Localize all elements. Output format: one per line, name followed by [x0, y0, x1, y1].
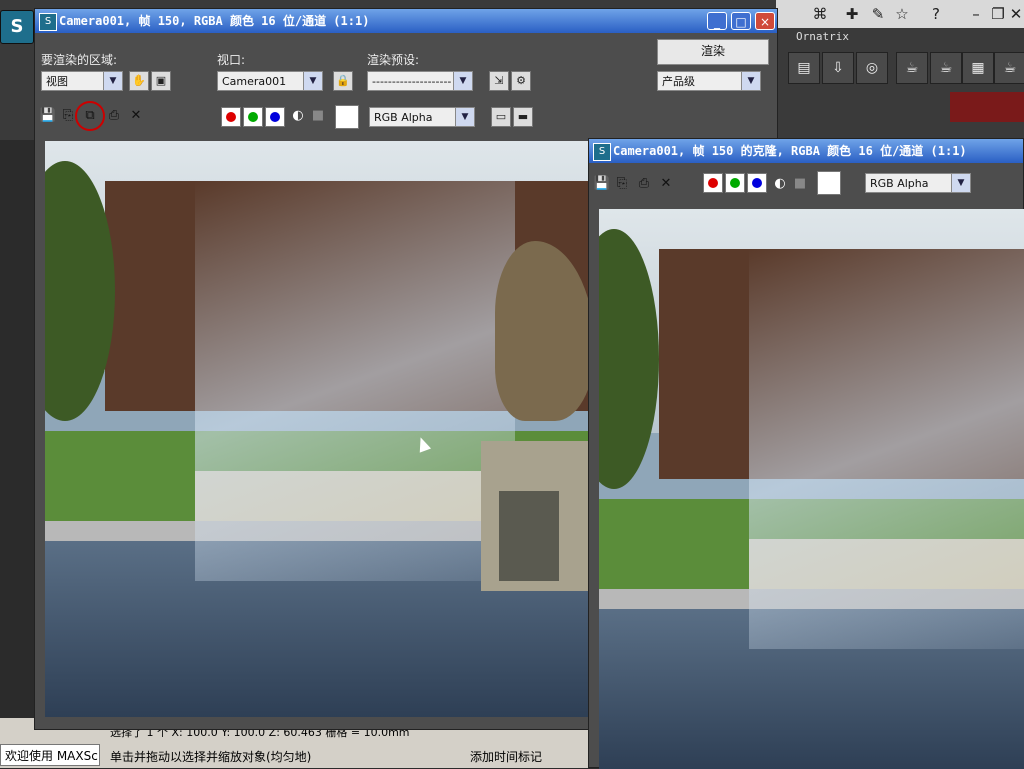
- star-icon[interactable]: ☆: [892, 4, 912, 24]
- plaque: [499, 491, 559, 581]
- display-icon[interactable]: ▭: [491, 107, 511, 127]
- app-icon: S: [39, 13, 57, 31]
- region-icon[interactable]: ▣: [151, 71, 171, 91]
- color-swatch[interactable]: [817, 171, 841, 195]
- wrench-icon[interactable]: ✎: [868, 4, 888, 24]
- clear-icon[interactable]: ✕: [657, 175, 675, 193]
- minimize-button[interactable]: _: [707, 12, 727, 30]
- channel-select[interactable]: RGB Alpha ▼: [369, 107, 475, 127]
- app-icon: S: [593, 143, 611, 161]
- maxscript-listener[interactable]: 欢迎使用 MAXSc: [0, 744, 100, 766]
- active-mode-strip: [950, 92, 1024, 122]
- window-titlebar[interactable]: Camera001, 帧 150 的克隆, RGBA 颜色 16 位/通道 (1…: [589, 139, 1023, 163]
- red-channel-toggle[interactable]: [221, 107, 241, 127]
- highlight-circle: [75, 101, 105, 131]
- print-icon[interactable]: ⎙: [105, 107, 123, 125]
- fountain-jet: [749, 249, 1024, 649]
- teapot-icon[interactable]: ☕: [896, 52, 928, 84]
- save-icon[interactable]: 💾: [593, 175, 611, 193]
- preset-save-icon[interactable]: ⇲: [489, 71, 509, 91]
- area-select[interactable]: 视图 ▼: [41, 71, 123, 91]
- render-button[interactable]: 渲染: [657, 39, 769, 65]
- window-title: Camera001, 帧 150, RGBA 颜色 16 位/通道 (1:1): [59, 14, 370, 28]
- green-channel-toggle[interactable]: [243, 107, 263, 127]
- alpha-icon[interactable]: ◐: [771, 175, 789, 193]
- chevron-down-icon: ▼: [103, 72, 122, 90]
- window-titlebar[interactable]: Camera001, 帧 150, RGBA 颜色 16 位/通道 (1:1): [35, 9, 777, 33]
- tools-icon[interactable]: ✚: [842, 4, 862, 24]
- clone-render-window: Camera001, 帧 150 的克隆, RGBA 颜色 16 位/通道 (1…: [588, 138, 1024, 769]
- teapot-active-icon[interactable]: ☕: [994, 52, 1024, 84]
- render-production-icon[interactable]: ◎: [856, 52, 888, 84]
- fountain-jet: [195, 181, 515, 581]
- teapot-render-icon[interactable]: ☕: [930, 52, 962, 84]
- render-setup-icon[interactable]: ▤: [788, 52, 820, 84]
- display-black-icon[interactable]: ▬: [513, 107, 533, 127]
- chevron-down-icon: ▼: [741, 72, 760, 90]
- help-icon[interactable]: ?: [926, 4, 946, 24]
- chevron-down-icon: ▼: [303, 72, 322, 90]
- chevron-down-icon: ▼: [453, 72, 472, 90]
- mono-icon[interactable]: ■: [309, 107, 327, 125]
- maximize-button[interactable]: □: [731, 12, 751, 30]
- settings-icon[interactable]: ⚙: [511, 71, 531, 91]
- max-logo-icon[interactable]: S: [0, 10, 34, 44]
- rendered-image[interactable]: [45, 141, 595, 717]
- mono-icon[interactable]: ■: [791, 175, 809, 193]
- blue-channel-toggle[interactable]: [747, 173, 767, 193]
- red-channel-toggle[interactable]: [703, 173, 723, 193]
- add-time-tag[interactable]: 添加时间标记: [470, 748, 542, 765]
- alpha-icon[interactable]: ◐: [289, 107, 307, 125]
- minimize-icon[interactable]: –: [966, 4, 986, 24]
- blue-channel-toggle[interactable]: [265, 107, 285, 127]
- render-shelf: ▤ ⇩ ◎ ☕ ☕ ▦ ☕: [780, 44, 1024, 90]
- chevron-down-icon: ▼: [951, 174, 970, 192]
- close-button[interactable]: ×: [755, 12, 775, 30]
- window-title: Camera001, 帧 150 的克隆, RGBA 颜色 16 位/通道 (1…: [613, 144, 967, 158]
- ornatrix-tab[interactable]: Ornatrix: [796, 30, 849, 43]
- preset-label: 渲染预设:: [367, 53, 420, 67]
- chevron-down-icon: ▼: [455, 108, 474, 126]
- restore-icon[interactable]: ❐: [988, 4, 1008, 24]
- top-toolstrip: ⌘ ✚ ✎ ☆ ? – ❐ ✕: [776, 0, 1024, 28]
- preset-select[interactable]: -------------------- ▼: [367, 71, 473, 91]
- copy-icon[interactable]: ⎘: [613, 175, 631, 193]
- status-prompt: 单击并拖动以选择并缩放对象(均匀地): [110, 750, 312, 764]
- color-swatch[interactable]: [335, 105, 359, 129]
- area-label: 要渲染的区域:: [41, 53, 118, 67]
- print-icon[interactable]: ⎙: [635, 175, 653, 193]
- viewport-label: 视口:: [217, 53, 246, 67]
- render-frame-icon[interactable]: ⇩: [822, 52, 854, 84]
- rendered-image[interactable]: [599, 209, 1024, 769]
- green-channel-toggle[interactable]: [725, 173, 745, 193]
- pan-hand-icon[interactable]: ✋: [129, 71, 149, 91]
- channel-select[interactable]: RGB Alpha ▼: [865, 173, 971, 193]
- viewport-select[interactable]: Camera001 ▼: [217, 71, 323, 91]
- clear-icon[interactable]: ✕: [127, 107, 145, 125]
- production-select[interactable]: 产品级 ▼: [657, 71, 761, 91]
- lock-icon[interactable]: 🔒: [333, 71, 353, 91]
- close-icon[interactable]: ✕: [1006, 4, 1024, 24]
- save-icon[interactable]: 💾: [39, 107, 57, 125]
- binoculars-icon[interactable]: ⌘: [810, 4, 830, 24]
- grid-icon[interactable]: ▦: [962, 52, 994, 84]
